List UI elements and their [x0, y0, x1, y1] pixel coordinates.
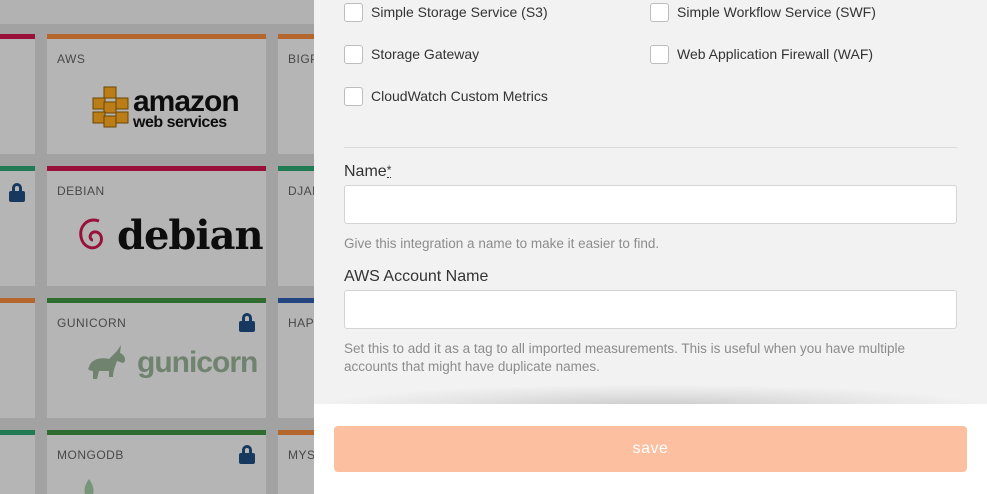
checkbox-label: Storage Gateway: [371, 46, 480, 62]
footer-shadow: [314, 384, 987, 406]
panel-footer: save: [314, 404, 987, 494]
waf-checkbox[interactable]: [650, 44, 669, 64]
service-option-storage-gateway[interactable]: Storage Gateway: [344, 43, 479, 65]
modal-backdrop[interactable]: [0, 0, 314, 494]
section-divider: [344, 147, 957, 148]
service-option-s3[interactable]: Simple Storage Service (S3): [344, 1, 548, 23]
checkbox-label: Simple Storage Service (S3): [371, 4, 548, 20]
service-option-cloudwatch-custom-metrics[interactable]: CloudWatch Custom Metrics: [344, 85, 548, 107]
name-field-label: Name*: [344, 163, 392, 181]
aws-account-name-input[interactable]: [344, 290, 957, 329]
service-option-waf[interactable]: Web Application Firewall (WAF): [650, 43, 873, 65]
required-marker: *: [386, 163, 392, 178]
name-input[interactable]: [344, 185, 957, 224]
checkbox-label: Simple Workflow Service (SWF): [677, 4, 876, 20]
checkbox-label: Web Application Firewall (WAF): [677, 46, 874, 62]
aws-account-name-label: AWS Account Name: [344, 268, 489, 285]
swf-checkbox[interactable]: [650, 2, 669, 22]
cloudwatch-custom-metrics-checkbox[interactable]: [344, 86, 363, 106]
aws-account-name-help-text: Set this to add it as a tag to all impor…: [344, 341, 906, 374]
name-help-text: Give this integration a name to make it …: [344, 236, 660, 251]
save-button[interactable]: save: [334, 426, 967, 472]
s3-checkbox[interactable]: [344, 2, 363, 22]
name-label-text: Name: [344, 163, 387, 180]
checkbox-label: CloudWatch Custom Metrics: [371, 88, 548, 104]
storage-gateway-checkbox[interactable]: [344, 44, 363, 64]
integration-config-panel: Simple Storage Service (S3) Storage Gate…: [314, 0, 987, 494]
service-option-swf[interactable]: Simple Workflow Service (SWF): [650, 1, 876, 23]
